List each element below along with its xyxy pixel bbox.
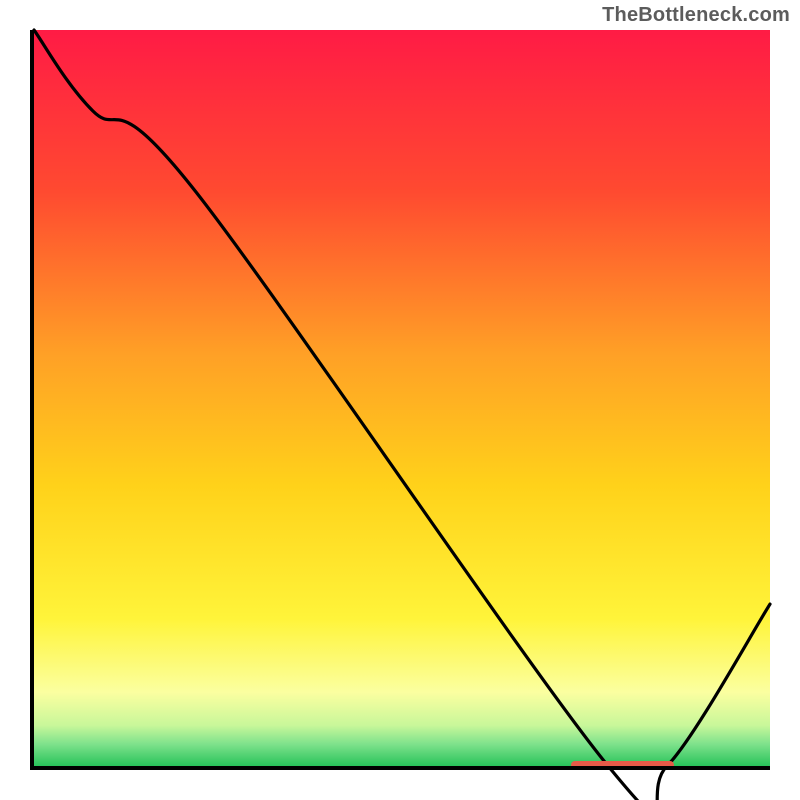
x-axis-line	[30, 766, 770, 770]
chart-stage: TheBottleneck.com	[0, 0, 800, 800]
watermark-label: TheBottleneck.com	[602, 4, 790, 27]
y-axis-line	[30, 30, 34, 770]
data-curve	[34, 30, 770, 766]
